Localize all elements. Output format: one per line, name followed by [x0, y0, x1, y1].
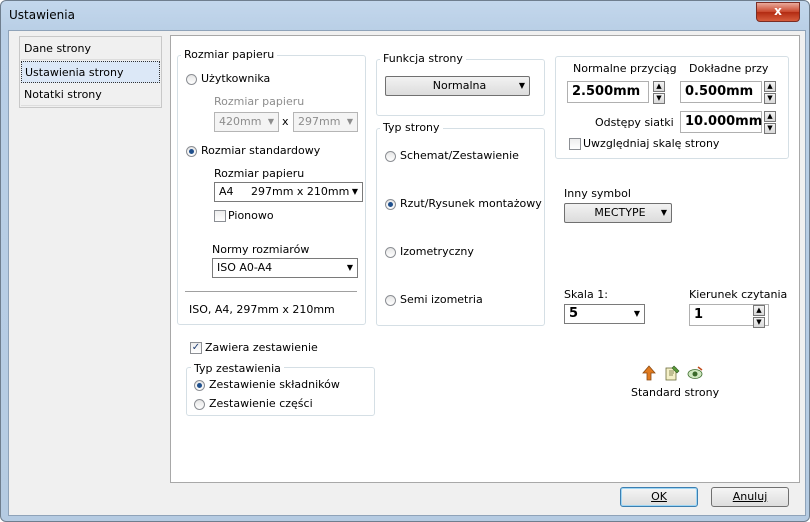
precise-snap-stepper[interactable]: ▲ ▼ [764, 81, 776, 104]
user-size-radio[interactable] [186, 74, 197, 85]
scale-value: 5 [569, 306, 579, 321]
nav-item-page-settings[interactable]: Ustawienia strony [21, 61, 160, 83]
arrow-up-icon[interactable]: ▲ [764, 81, 776, 92]
norms-label: Normy rozmiarów [212, 243, 310, 256]
arrow-down-icon[interactable]: ▼ [764, 93, 776, 104]
other-symbol-label: Inny symbol [564, 187, 631, 200]
view-eye-icon[interactable] [687, 365, 703, 381]
grid-spacing-input[interactable]: 10.000mm [680, 111, 762, 133]
scale-label: Skala 1: [564, 288, 608, 301]
reading-direction-label: Kierunek czytania [689, 288, 788, 301]
chevron-down-icon: ▼ [351, 187, 358, 196]
standard-size-radio-label: Rozmiar standardowy [201, 144, 321, 157]
arrow-up-icon[interactable]: ▲ [764, 111, 776, 122]
contains-summary-checkbox[interactable]: ✓ [190, 342, 202, 354]
chevron-down-icon: ▼ [346, 117, 353, 126]
reading-direction-stepper[interactable]: ▲ ▼ [753, 305, 765, 328]
settings-window: Ustawienia x Dane strony Ustawienia stro… [0, 0, 810, 522]
user-height-combo[interactable]: 297mm ▼ [293, 112, 358, 132]
size-separator: x [282, 115, 289, 128]
nav-item-page-data[interactable]: Dane strony [21, 38, 160, 60]
summary-type-group-title: Typ zestawienia [191, 362, 284, 375]
norms-combo[interactable]: ISO A0-A4 ▼ [212, 258, 358, 278]
edit-page-icon[interactable] [664, 365, 680, 381]
chevron-down-icon: ▼ [660, 208, 667, 217]
page-function-group-title: Funkcja strony [380, 52, 466, 65]
arrow-up-icon[interactable] [641, 365, 657, 381]
summary-type-label-components: Zestawienie składników [209, 378, 340, 391]
page-type-group-title: Typ strony [380, 121, 443, 134]
grid-spacing-stepper[interactable]: ▲ ▼ [764, 111, 776, 134]
normal-snap-stepper[interactable]: ▲ ▼ [653, 81, 665, 104]
dialog-client: Dane strony Ustawienia strony Notatki st… [8, 30, 806, 516]
std-paper-size-label: Rozmiar papieru [214, 167, 305, 180]
user-height-value: 297mm [298, 115, 341, 128]
norms-value: ISO A0-A4 [217, 261, 273, 274]
arrow-down-icon[interactable]: ▼ [653, 93, 665, 104]
page-scale-checkbox[interactable] [569, 138, 581, 150]
paper-size-group-title: Rozmiar papieru [181, 48, 278, 61]
page-scale-label: Uwzględniaj skalę strony [583, 137, 720, 150]
portrait-label: Pionowo [228, 209, 274, 222]
page-type-radio-semi-isometric[interactable] [385, 295, 396, 306]
settings-panel: Rozmiar papieru Użytkownika Rozmiar papi… [170, 35, 800, 483]
arrow-down-icon[interactable]: ▼ [764, 123, 776, 134]
chevron-down-icon: ▼ [633, 309, 640, 318]
page-type-radio-isometric[interactable] [385, 247, 396, 258]
page-function-combo[interactable]: Normalna ▼ [385, 76, 530, 96]
chevron-down-icon: ▼ [267, 117, 274, 126]
user-width-value: 420mm [219, 115, 262, 128]
chevron-down-icon: ▼ [346, 263, 353, 272]
page-type-radio-assembly[interactable] [385, 199, 396, 210]
precise-snap-label: Dokładne przy [689, 62, 769, 75]
summary-type-radio-parts[interactable] [194, 399, 205, 410]
summary-type-radio-components[interactable] [194, 380, 205, 391]
summary-type-label-parts: Zestawienie części [209, 397, 313, 410]
std-paper-size-value: A4 297mm x 210mm [219, 185, 350, 198]
other-symbol-value: MECTYPE [594, 206, 646, 219]
ok-button[interactable]: OK [620, 487, 698, 507]
grid-spacing-label: Odstępy siatki [595, 116, 674, 129]
precise-snap-input[interactable]: 0.500mm [680, 81, 762, 103]
close-button[interactable]: x [756, 2, 800, 22]
nav-list: Dane strony Ustawienia strony Notatki st… [19, 36, 162, 108]
normal-snap-label: Normalne przyciąg [573, 62, 677, 75]
page-function-value: Normalna [432, 79, 487, 92]
user-paper-size-label: Rozmiar papieru [214, 95, 305, 108]
paper-divider [185, 291, 357, 292]
scale-combo[interactable]: 5 ▼ [564, 304, 645, 324]
portrait-checkbox[interactable] [214, 210, 226, 222]
arrow-up-icon[interactable]: ▲ [653, 81, 665, 92]
paper-summary: ISO, A4, 297mm x 210mm [189, 303, 335, 316]
cancel-button[interactable]: Anuluj [711, 487, 789, 507]
window-title: Ustawienia [9, 8, 75, 22]
nav-item-page-notes[interactable]: Notatki strony [21, 84, 160, 106]
other-symbol-combo[interactable]: MECTYPE ▼ [564, 203, 672, 223]
page-type-label-schema: Schemat/Zestawienie [400, 149, 519, 162]
user-width-combo[interactable]: 420mm ▼ [214, 112, 279, 132]
user-size-radio-label: Użytkownika [201, 72, 271, 85]
arrow-up-icon[interactable]: ▲ [753, 305, 765, 316]
page-type-radio-schema[interactable] [385, 151, 396, 162]
page-type-label-semi-isometric: Semi izometria [400, 293, 483, 306]
contains-summary-label: Zawiera zestawienie [205, 341, 318, 354]
standard-size-radio[interactable] [186, 146, 197, 157]
page-type-label-assembly: Rzut/Rysunek montażowy [400, 197, 542, 210]
normal-snap-input[interactable]: 2.500mm [567, 81, 649, 103]
standard-page-label: Standard strony [631, 386, 720, 399]
std-paper-size-combo[interactable]: A4 297mm x 210mm ▼ [214, 182, 363, 202]
page-type-label-isometric: Izometryczny [400, 245, 474, 258]
chevron-down-icon: ▼ [518, 81, 525, 90]
arrow-down-icon[interactable]: ▼ [753, 317, 765, 328]
